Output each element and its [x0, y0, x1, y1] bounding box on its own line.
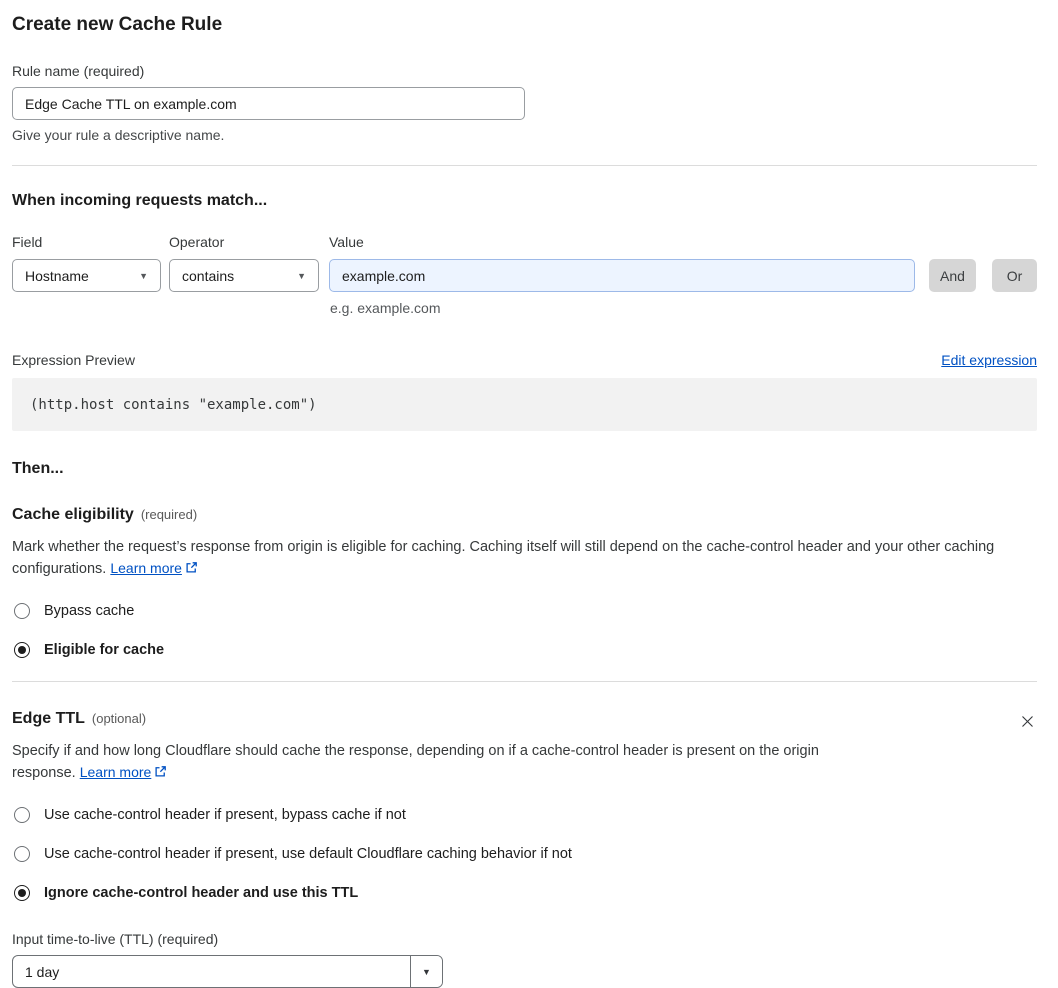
radio-option-eligible-for-cache[interactable]: Eligible for cache: [12, 642, 1037, 658]
match-heading: When incoming requests match...: [12, 192, 268, 209]
cache-eligibility-heading: Cache eligibility: [12, 506, 134, 523]
expression-code-block: (http.host contains "example.com"): [12, 378, 1037, 431]
close-button[interactable]: [1017, 711, 1037, 731]
then-heading: Then...: [12, 460, 64, 477]
chevron-down-icon: ▼: [139, 270, 148, 281]
external-link-icon: [185, 560, 198, 581]
radio-option-use-header-default[interactable]: Use cache-control header if present, use…: [12, 846, 1037, 862]
page-title: Create new Cache Rule: [12, 14, 223, 35]
field-label: Field: [12, 234, 43, 250]
match-section: When incoming requests match... Field Op…: [12, 192, 1037, 316]
or-button[interactable]: Or: [992, 259, 1037, 292]
chevron-down-icon[interactable]: ▼: [410, 956, 442, 987]
radio-icon[interactable]: [14, 885, 30, 901]
and-button[interactable]: And: [929, 259, 976, 292]
radio-option-use-header-bypass[interactable]: Use cache-control header if present, byp…: [12, 807, 1037, 823]
cache-eligibility-learn-more-link[interactable]: Learn more: [110, 560, 182, 576]
value-help: e.g. example.com: [330, 300, 441, 316]
expression-code: (http.host contains "example.com"): [30, 396, 317, 413]
radio-icon[interactable]: [14, 603, 30, 619]
value-input[interactable]: [329, 259, 915, 292]
edge-ttl-learn-more-link[interactable]: Learn more: [80, 764, 152, 780]
rule-name-input[interactable]: [12, 87, 525, 120]
expression-preview-label: Expression Preview: [12, 352, 135, 368]
external-link-icon: [154, 764, 167, 785]
cache-eligibility-section: Cache eligibility (required) Mark whethe…: [12, 506, 1037, 658]
operator-label: Operator: [169, 234, 225, 250]
divider: [12, 165, 1037, 166]
radio-label: Eligible for cache: [44, 642, 165, 658]
radio-label: Use cache-control header if present, use…: [44, 846, 572, 862]
radio-option-ignore-header-use-ttl[interactable]: Ignore cache-control header and use this…: [12, 885, 1037, 901]
cache-eligibility-qualifier: (required): [140, 507, 198, 522]
radio-icon[interactable]: [14, 642, 30, 658]
radio-label: Use cache-control header if present, byp…: [44, 807, 406, 823]
edge-ttl-section: Edge TTL (optional) Specify if and how l…: [12, 710, 1037, 988]
rule-name-help: Give your rule a descriptive name.: [12, 127, 225, 143]
radio-label: Ignore cache-control header and use this…: [44, 885, 359, 901]
ttl-label: Input time-to-live (TTL) (required): [12, 931, 219, 947]
edit-expression-link[interactable]: Edit expression: [941, 352, 1037, 368]
operator-select-value: contains: [182, 267, 235, 284]
chevron-down-icon: ▼: [297, 270, 306, 281]
radio-icon[interactable]: [14, 807, 30, 823]
edge-ttl-heading: Edge TTL: [12, 710, 85, 727]
operator-select[interactable]: contains ▼: [169, 259, 319, 292]
ttl-select-value: 1 day: [25, 963, 60, 980]
radio-label: Bypass cache: [44, 603, 135, 619]
rule-name-label: Rule name (required): [12, 63, 145, 79]
divider: [12, 681, 1037, 682]
ttl-select[interactable]: 1 day ▼: [12, 955, 443, 988]
value-label: Value: [329, 234, 364, 250]
field-select-value: Hostname: [25, 267, 89, 284]
field-select[interactable]: Hostname ▼: [12, 259, 161, 292]
edge-ttl-qualifier: (optional): [91, 711, 147, 726]
radio-icon[interactable]: [14, 846, 30, 862]
radio-option-bypass-cache[interactable]: Bypass cache: [12, 603, 1037, 619]
close-icon: [1021, 715, 1033, 727]
